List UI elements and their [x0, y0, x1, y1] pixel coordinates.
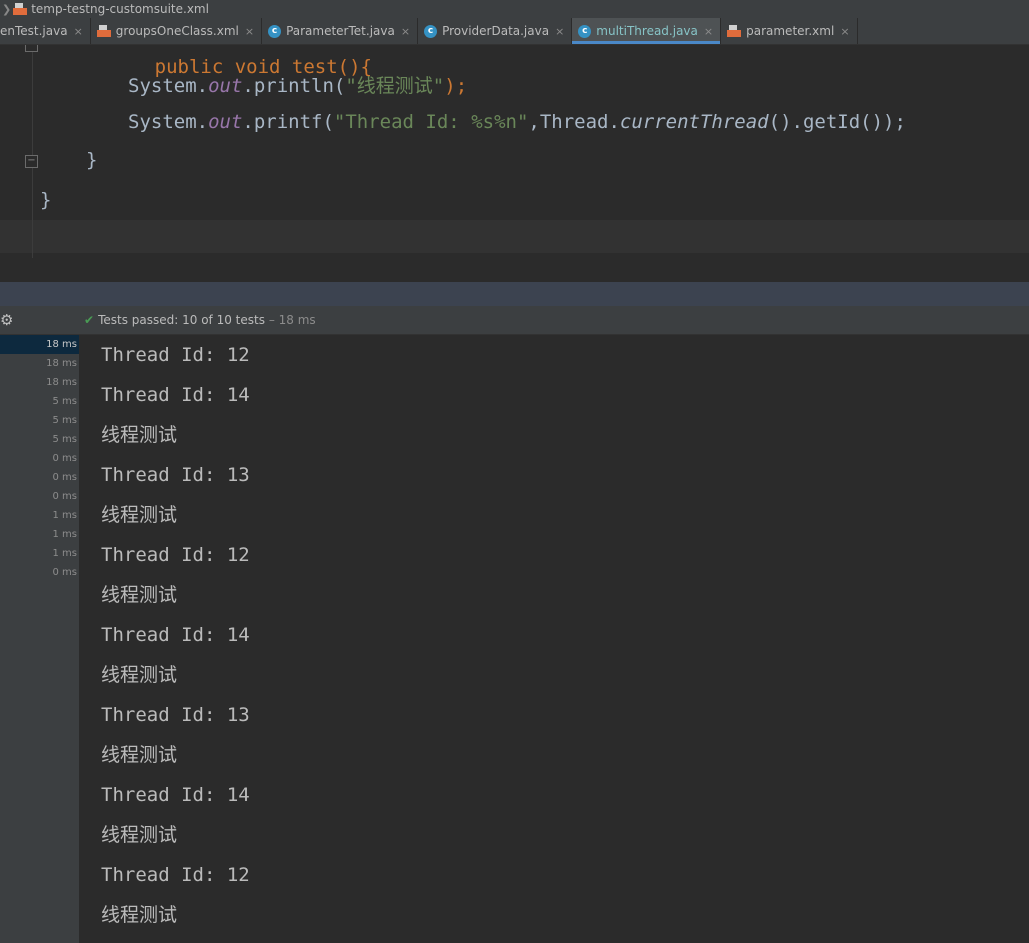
code-string: "线程测试"	[345, 75, 445, 97]
status-label: Tests passed:	[98, 313, 179, 327]
status-total: of 10 tests	[201, 313, 265, 327]
tab-label: parameter.xml	[746, 24, 835, 38]
test-duration-row[interactable]: 18 ms	[0, 354, 79, 373]
console-line: 线程测试	[101, 584, 178, 606]
close-icon[interactable]: ×	[555, 25, 564, 38]
console-line: Thread Id: 12	[101, 864, 250, 886]
current-line-highlight	[0, 220, 1029, 253]
xml-file-icon	[727, 25, 742, 37]
test-duration-row[interactable]: 1 ms	[0, 544, 79, 563]
code-line-close-class: }	[40, 189, 51, 211]
code-string: "Thread Id: %s%n"	[333, 111, 529, 133]
test-duration-row[interactable]: 5 ms	[0, 411, 79, 430]
close-icon[interactable]: ×	[74, 25, 83, 38]
console-line: Thread Id: 13	[101, 464, 250, 486]
code-token: out	[208, 75, 243, 97]
test-duration-row[interactable]: 0 ms	[0, 563, 79, 582]
code-token: ().getId());	[768, 111, 906, 133]
test-duration-row[interactable]: 1 ms	[0, 525, 79, 544]
test-duration-row[interactable]: 1 ms	[0, 506, 79, 525]
editor-tab[interactable]: c ParameterTet.java ×	[262, 18, 419, 44]
editor-tab[interactable]: c ProviderData.java ×	[418, 18, 573, 44]
code-line-println: System.out.println("线程测试");	[128, 71, 467, 98]
test-duration-row[interactable]: 5 ms	[0, 430, 79, 449]
close-icon[interactable]: ×	[704, 25, 713, 38]
code-line-printf: System.out.printf("Thread Id: %s%n",Thre…	[128, 111, 906, 133]
java-class-icon: c	[268, 24, 282, 38]
breadcrumb-file[interactable]: temp-testng-customsuite.xml	[31, 2, 209, 16]
test-status-bar: ⚙ ✔ Tests passed: 10 of 10 tests – 18 ms	[0, 306, 1029, 335]
close-icon[interactable]: ×	[245, 25, 254, 38]
breadcrumb: ❯ temp-testng-customsuite.xml	[0, 0, 1029, 18]
fold-marker-icon[interactable]	[25, 45, 38, 52]
console-line: 线程测试	[101, 664, 178, 686]
xml-file-icon	[13, 3, 28, 15]
code-token: .println(	[242, 75, 346, 97]
console-line: Thread Id: 14	[101, 624, 250, 646]
ide-window: ❯ temp-testng-customsuite.xml enTest.jav…	[0, 0, 1029, 943]
code-token: }	[40, 189, 52, 211]
code-line-close-method: }	[86, 149, 97, 171]
panel-divider	[0, 258, 1029, 282]
tab-label: ParameterTet.java	[286, 24, 395, 38]
gutter-divider	[32, 45, 33, 258]
chevron-right-icon: ❯	[2, 2, 12, 16]
editor-tab[interactable]: c multiThread.java ×	[572, 18, 722, 44]
code-token: System.	[128, 75, 209, 97]
tab-label: ProviderData.java	[442, 24, 550, 38]
tab-label: groupsOneClass.xml	[115, 24, 239, 38]
status-time: – 18 ms	[268, 313, 316, 327]
close-icon[interactable]: ×	[401, 25, 410, 38]
console-line: Thread Id: 13	[101, 704, 250, 726]
console-line: Thread Id: 14	[101, 384, 250, 406]
tests-passed-status: ✔ Tests passed: 10 of 10 tests – 18 ms	[84, 313, 316, 327]
test-duration-row[interactable]: 18 ms	[0, 335, 79, 354]
code-token: ,Thread.	[528, 111, 620, 133]
console-output[interactable]: Thread Id: 12 Thread Id: 14 线程测试 Thread Id:…	[80, 335, 1029, 943]
test-duration-row[interactable]: 0 ms	[0, 487, 79, 506]
check-icon: ✔	[84, 313, 95, 327]
gear-icon[interactable]: ⚙	[0, 313, 13, 328]
close-icon[interactable]: ×	[840, 25, 849, 38]
console-line: 线程测试	[101, 504, 178, 526]
console-line: 线程测试	[101, 824, 178, 846]
test-duration-row[interactable]: 5 ms	[0, 392, 79, 411]
test-duration-row[interactable]: 0 ms	[0, 468, 79, 487]
java-class-icon: c	[424, 24, 438, 38]
code-token: }	[86, 149, 98, 171]
status-passed-count: 10	[182, 313, 198, 327]
console-line: Thread Id: 14	[101, 784, 250, 806]
console-line: Thread Id: 12	[101, 544, 250, 566]
console-line: Thread Id: 12	[101, 344, 250, 366]
editor-tab-bar: enTest.java × groupsOneClass.xml × c Paramete…	[0, 18, 1029, 45]
editor-tab[interactable]: groupsOneClass.xml ×	[91, 18, 263, 44]
tool-window-header[interactable]	[0, 282, 1029, 306]
fold-marker-icon[interactable]: −	[25, 155, 38, 168]
java-class-icon: c	[578, 24, 592, 38]
test-duration-row[interactable]: 18 ms	[0, 373, 79, 392]
code-token: );	[444, 75, 468, 97]
console-line: 线程测试	[101, 744, 178, 766]
code-token: out	[208, 111, 243, 133]
tab-label: enTest.java	[0, 24, 68, 38]
console-line: 线程测试	[101, 424, 178, 446]
editor-tab[interactable]: enTest.java ×	[0, 18, 91, 44]
code-token: currentThread	[619, 111, 769, 133]
test-tree-durations: 18 ms 18 ms 18 ms 5 ms 5 ms 5 ms 0 ms 0 ms 0 ms 1…	[0, 335, 79, 943]
test-duration-row[interactable]: 0 ms	[0, 449, 79, 468]
code-token: System.	[128, 111, 209, 133]
console-line: 线程测试	[101, 904, 178, 926]
tab-label: multiThread.java	[596, 24, 698, 38]
code-token: .printf(	[242, 111, 334, 133]
code-editor[interactable]: public void test(){ System.out.println("…	[0, 45, 1029, 258]
editor-tab[interactable]: parameter.xml ×	[721, 18, 858, 44]
xml-file-icon	[96, 25, 111, 37]
